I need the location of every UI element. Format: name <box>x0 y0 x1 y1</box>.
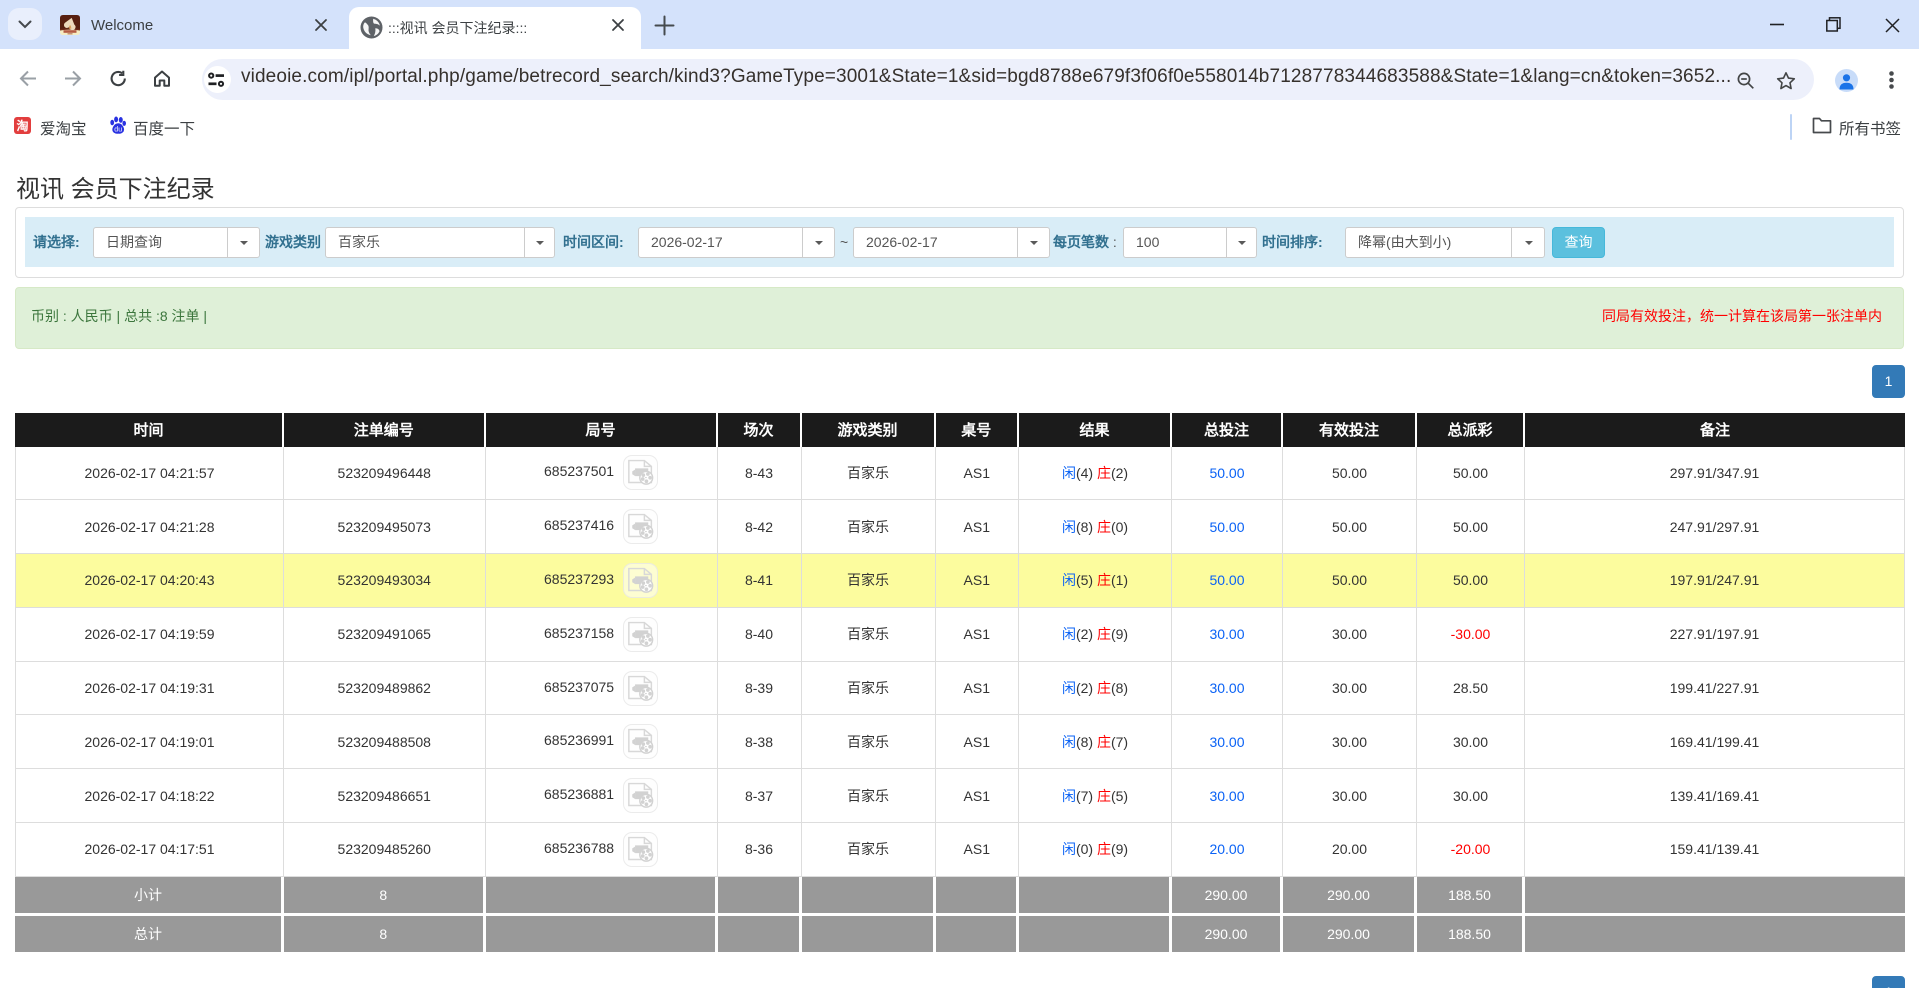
svg-text:du: du <box>114 126 122 133</box>
svg-text:淘: 淘 <box>16 118 28 133</box>
